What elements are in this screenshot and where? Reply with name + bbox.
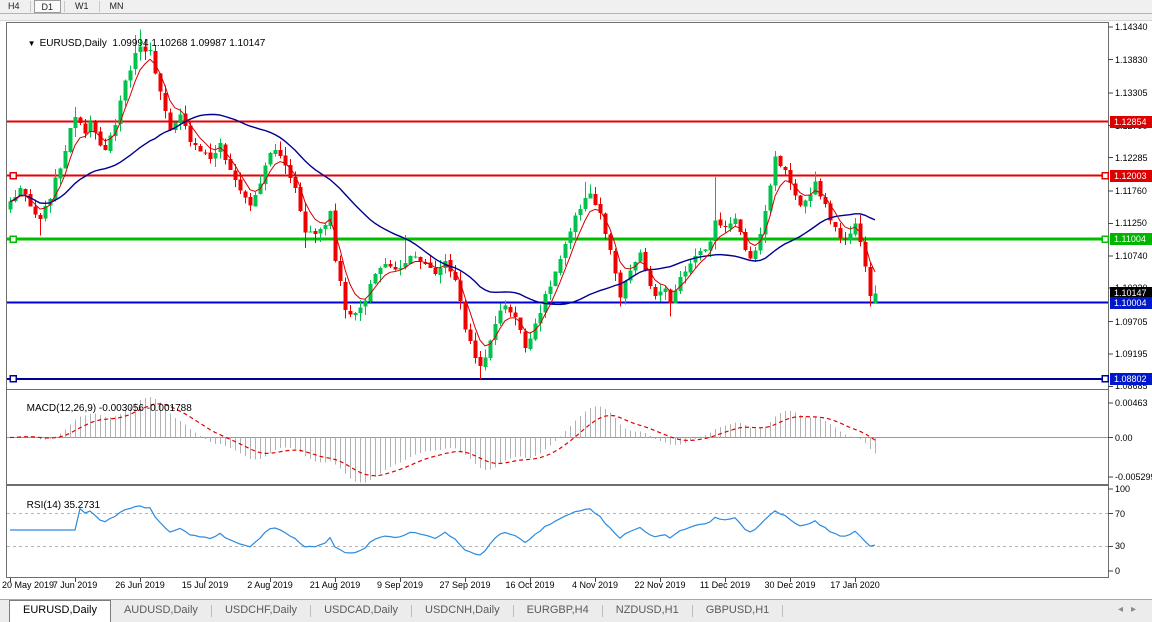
tab-gbpusd-h1[interactable]: GBPUSD,H1 [693,600,783,622]
chart-symbol-label: EURUSD,Daily [40,38,107,49]
price-axis-label: 1.11760 [1115,186,1147,196]
date-axis-label: 16 Oct 2019 [505,580,554,590]
price-badge-resistance-upper: 1.12854 [1110,116,1152,128]
price-badge-resistance-lower: 1.12003 [1110,170,1152,182]
tab-eurgbp-h4[interactable]: EURGBP,H4 [514,600,602,622]
tab-separator [782,605,783,617]
rsi-label: RSI(14) [27,500,61,511]
date-axis-label: 4 Nov 2019 [572,580,618,590]
date-axis-label: 11 Dec 2019 [700,580,750,590]
date-axis-label: 9 Sep 2019 [377,580,423,590]
rsi-axis-label: 70 [1115,509,1125,519]
hline-handle[interactable] [1102,173,1108,179]
rsi-value: 35.2731 [64,500,100,511]
chart-dropdown-icon[interactable]: ▼ [28,39,36,48]
chart-symbol-header: ▼ EURUSD,Daily 1.09994 1.10268 1.09987 1.… [11,27,265,60]
tab-scroll-left-icon[interactable]: ◂ [1118,604,1131,615]
ohlc-open: 1.09994 [112,38,148,49]
macd-value-signal: -0.001788 [147,403,192,414]
rsi-axis-label: 30 [1115,541,1125,551]
macd-value-main: -0.003056 [99,403,144,414]
macd-axis-label: 0.00 [1115,433,1133,443]
macd-label: MACD(12,26,9) [27,403,96,414]
mt4-window: H4 D1 W1 MN ▼EURUSD,Daily 1.09994 1.1026… [0,0,1152,622]
price-badge-pivot: 1.11004 [1110,233,1152,245]
price-axis-label: 1.14340 [1115,22,1148,32]
ohlc-high: 1.10268 [151,38,187,49]
price-axis-label: 1.13305 [1115,88,1148,98]
hline-handle[interactable] [10,173,16,179]
date-axis-label: 26 Jun 2019 [115,580,165,590]
tab-usdchf-daily[interactable]: USDCHF,Daily [212,600,310,622]
price-axis-label: 1.12285 [1115,153,1148,163]
price-axis-label: 1.09195 [1115,349,1148,359]
date-axis-label: 21 Aug 2019 [310,580,361,590]
macd-header: MACD(12,26,9) -0.003056 -0.001788 [10,392,192,425]
tab-scroll-right-icon[interactable]: ▸ [1131,604,1144,615]
date-axis-label: 30 Dec 2019 [764,580,815,590]
date-axis-label: 20 May 2019 [2,580,54,590]
hline-handle[interactable] [1102,236,1108,242]
tab-usdcnh-daily[interactable]: USDCNH,Daily [412,600,513,622]
date-axis-label: 2 Aug 2019 [247,580,293,590]
macd-axis-label: 0.00463 [1115,398,1148,408]
tab-nzdusd-h1[interactable]: NZDUSD,H1 [603,600,692,622]
hline-handle[interactable] [1102,376,1108,382]
ohlc-low: 1.09987 [190,38,226,49]
date-axis-label: 27 Sep 2019 [439,580,490,590]
tab-eurusd-daily[interactable]: EURUSD,Daily [9,600,111,622]
chart-plot-area[interactable] [0,0,1152,622]
price-axis-label: 1.13830 [1115,55,1148,65]
date-axis-label: 22 Nov 2019 [634,580,685,590]
rsi-axis-label: 100 [1115,484,1130,494]
panel-borders [7,23,1109,578]
price-badge-support-upper: 1.10004 [1110,297,1152,309]
price-axis-label: 1.11250 [1115,218,1147,228]
rsi-axis-label: 0 [1115,566,1120,576]
chart-workspace: ▼ EURUSD,Daily 1.09994 1.10268 1.09987 1.… [0,0,1152,622]
panel-border [7,23,1109,390]
price-axis-label: 1.10740 [1115,251,1148,261]
ohlc-close: 1.10147 [229,38,265,49]
price-axis-label: 1.09705 [1115,317,1148,327]
chart-tab-bar: EURUSD,Daily AUDUSD,Daily USDCHF,Daily U… [0,599,1152,622]
macd-axis-label: -0.005299 [1115,472,1152,482]
rsi-header: RSI(14) 35.2731 [10,489,100,522]
hline-handle[interactable] [10,376,16,382]
hline-handle[interactable] [10,236,16,242]
tab-usdcad-daily[interactable]: USDCAD,Daily [311,600,411,622]
date-axis-label: 7 Jun 2019 [53,580,98,590]
price-badge-support-lower: 1.08802 [1110,373,1152,385]
date-axis-label: 17 Jan 2020 [830,580,880,590]
tab-audusd-daily[interactable]: AUDUSD,Daily [111,600,211,622]
date-axis-label: 15 Jul 2019 [182,580,229,590]
